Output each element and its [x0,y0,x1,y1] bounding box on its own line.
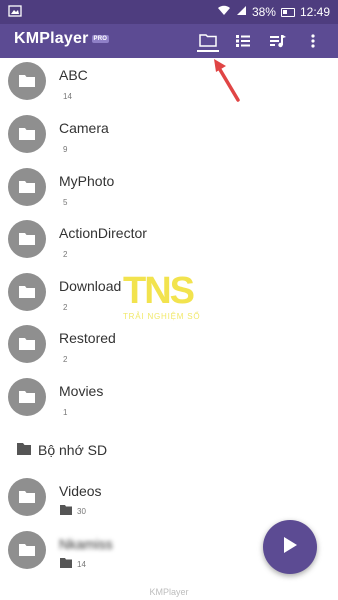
folder-icon [8,62,46,100]
folder-name: Download [59,278,122,294]
folder-row[interactable]: Videos 30 [0,474,338,526]
folder-count: 14 [59,557,86,571]
folder-icon[interactable] [197,30,219,52]
folder-count: 14 [63,92,72,101]
music-playlist-icon[interactable] [267,30,289,52]
folder-icon [8,273,46,311]
battery-percent: 38% [251,5,276,19]
pro-badge: PRO [91,35,110,43]
folder-count: 30 [59,504,86,518]
sd-section-label: Bộ nhớ SD [38,442,108,458]
folder-count: 1 [63,408,68,417]
folder-row[interactable]: ActionDirector 2 [0,216,338,268]
image-icon [8,5,22,17]
folder-name: Restored [59,330,116,346]
folder-icon [8,168,46,206]
folder-icon [8,378,46,416]
clock: 12:49 [299,5,330,19]
sd-section-header: Bộ nhớ SD [16,440,107,460]
folder-icon [8,115,46,153]
folder-count-value: 14 [77,559,86,569]
footer-brand: KMPlayer [149,587,189,597]
watermark-sub: TRẢI NGHIỆM SỐ [123,312,201,321]
more-vertical-icon[interactable] [302,30,324,52]
sd-card-icon [16,442,32,459]
folder-row[interactable]: MyPhoto 5 [0,164,338,216]
folder-icon [8,478,46,516]
list-icon[interactable] [232,30,254,52]
folder-icon [8,531,46,569]
folder-count: 5 [63,198,68,207]
folder-count-value: 30 [77,506,86,516]
play-button[interactable] [263,520,317,574]
app-title: KMPlayer [14,30,89,47]
folder-row[interactable]: Movies 1 [0,374,338,426]
folder-icon [8,220,46,258]
folder-count: 2 [63,303,68,312]
tns-watermark: TNS TRẢI NGHIỆM SỐ [123,272,223,328]
sd-card-icon [59,504,73,518]
app-bar: KMPlayer PRO [0,24,338,58]
signal-icon [236,5,247,19]
folder-name: Movies [59,383,104,399]
wifi-icon [217,5,231,19]
watermark-main: TNS [123,270,195,312]
app-logo: KMPlayer PRO [14,30,110,48]
folder-row[interactable]: Camera 9 [0,111,338,163]
folder-icon [8,325,46,363]
folder-count: 2 [63,250,68,259]
folder-name: Nkamiss [59,536,113,552]
folder-count: 2 [63,355,68,364]
folder-name: ABC [59,67,88,83]
folder-row[interactable]: Restored 2 [0,321,338,373]
folder-name: Camera [59,120,109,136]
battery-icon [280,7,295,17]
folder-name: MyPhoto [59,173,115,189]
status-bar: 38% 12:49 [0,0,338,24]
folder-count: 9 [63,145,68,154]
folder-row[interactable]: ABC 14 [0,58,338,110]
sd-card-icon [59,557,73,571]
play-icon [282,536,298,559]
folder-name: ActionDirector [59,225,147,241]
folder-name: Videos [59,483,102,499]
